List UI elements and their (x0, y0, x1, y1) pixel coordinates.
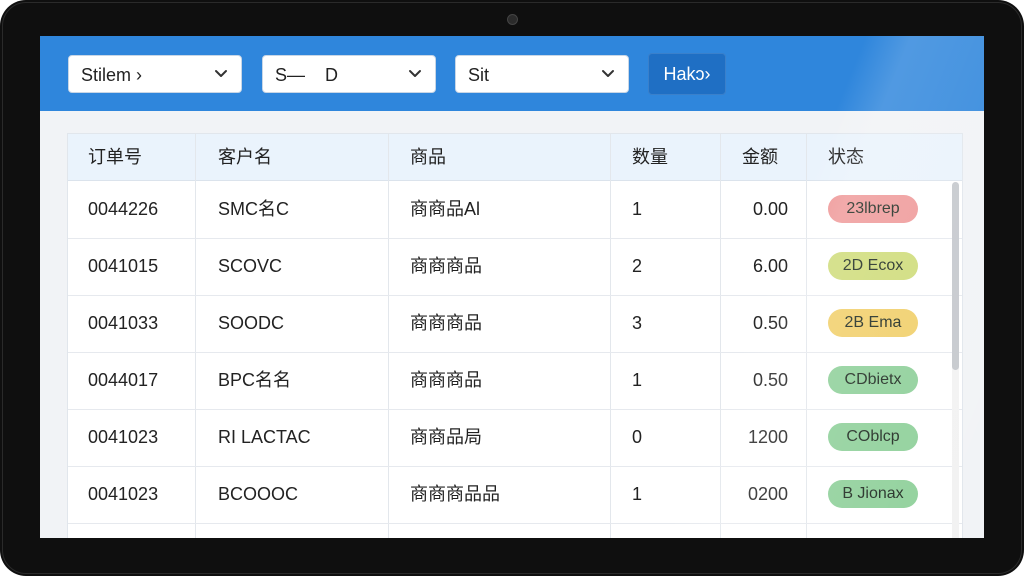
header-amount: 金额 (742, 147, 778, 167)
quantity: 1 (632, 370, 643, 390)
customer-name: SCOVC (218, 256, 283, 276)
quantity: 0 (632, 427, 643, 447)
amount: 0.50 (752, 370, 788, 390)
chevron-down-icon (215, 70, 227, 77)
header-status: 状态 (828, 147, 864, 167)
filter-select-1-label: Stilem › (81, 65, 143, 85)
column-divider (806, 134, 807, 538)
amount: 0200 (747, 484, 788, 504)
column-divider (195, 134, 196, 538)
product-name: 商商品Al (410, 199, 481, 219)
filter-select-3-label: Sit (468, 65, 490, 85)
header-product: 商品 (410, 147, 446, 167)
customer-name: BCOOOC (218, 484, 299, 504)
customer-name: BPC名名 (218, 370, 292, 390)
device-bezel: Stilem › S— D Sit Hakɔ› 订单号 客户名 商品 数量 金额… (0, 0, 1024, 576)
table-header: 订单号 客户名 商品 数量 金额 状态 (68, 134, 962, 181)
camera-dot (507, 14, 518, 25)
customer-name: SMC名C (218, 199, 289, 219)
quantity: 1 (632, 484, 643, 504)
amount: 6.00 (752, 256, 788, 276)
chevron-down-icon (602, 70, 614, 77)
customer-name: RI LACTAC (218, 427, 311, 447)
header-customer: 客户名 (218, 147, 272, 167)
status-badge: 23lbrep (828, 195, 918, 223)
table-row[interactable]: 0044017 BPC名名 商商商品 1 0.50 CDbietx (68, 352, 962, 410)
customer-name: SOODC (218, 313, 285, 333)
order-number: 0041023 (88, 427, 159, 447)
status-badge: 2D Ecox (828, 252, 918, 280)
status-badge: COblcp (828, 423, 918, 451)
product-name: 商商商品 (410, 313, 482, 333)
status-badge: CDbietx (828, 366, 918, 394)
column-divider (720, 134, 721, 538)
table-row[interactable]: 0041023 BCOOOC 商商商品品 1 0200 B Jionax (68, 466, 962, 524)
quantity: 2 (632, 256, 643, 276)
product-name: 商商品局 (410, 427, 482, 447)
order-number: 0044017 (88, 370, 159, 390)
column-divider (388, 134, 389, 538)
product-name: 商商商品 (410, 256, 482, 276)
quantity: 1 (632, 199, 643, 219)
table-row[interactable]: 0041023 RI LACTAC 商商品局 0 1200 COblcp (68, 409, 962, 467)
filter-select-3[interactable]: Sit (455, 55, 629, 93)
chevron-down-icon (409, 70, 421, 77)
status-badge: B Jionax (828, 480, 918, 508)
quantity: 3 (632, 313, 643, 333)
filter-select-2[interactable]: S— D (262, 55, 436, 93)
header-order-number: 订单号 (88, 147, 142, 167)
amount: 1200 (747, 427, 788, 447)
status-badge: 2B Ema (828, 309, 918, 337)
order-number: 0041023 (88, 484, 159, 504)
column-divider (610, 134, 611, 538)
order-number: 0041033 (88, 313, 159, 333)
screen: Stilem › S— D Sit Hakɔ› 订单号 客户名 商品 数量 金额… (40, 36, 984, 538)
screen-glare (40, 36, 984, 538)
filter-toolbar: Stilem › S— D Sit Hakɔ› (40, 36, 984, 111)
amount: 0.00 (752, 199, 788, 219)
table-scrollbar[interactable] (952, 182, 959, 538)
scrollbar-thumb[interactable] (952, 182, 959, 370)
header-quantity: 数量 (632, 147, 668, 167)
table-row[interactable]: 0044226 SMC名C 商商品Al 1 0.00 23lbrep (68, 181, 962, 239)
order-number: 0044226 (88, 199, 159, 219)
table-row[interactable]: 0041033 SOODC 商商商品 3 0.50 2B Ema (68, 295, 962, 353)
amount: 0.50 (752, 313, 788, 333)
submit-button[interactable]: Hakɔ› (648, 53, 726, 95)
table-row[interactable]: 0041015 SCOVC 商商商品 2 6.00 2D Ecox (68, 238, 962, 296)
orders-table: 订单号 客户名 商品 数量 金额 状态 0044226 SMC名C 商商品Al … (67, 133, 963, 538)
product-name: 商商商品品 (410, 484, 500, 504)
order-number: 0041015 (88, 256, 159, 276)
filter-select-2-label: S— D (275, 65, 339, 85)
filter-select-1[interactable]: Stilem › (68, 55, 242, 93)
product-name: 商商商品 (410, 370, 482, 390)
